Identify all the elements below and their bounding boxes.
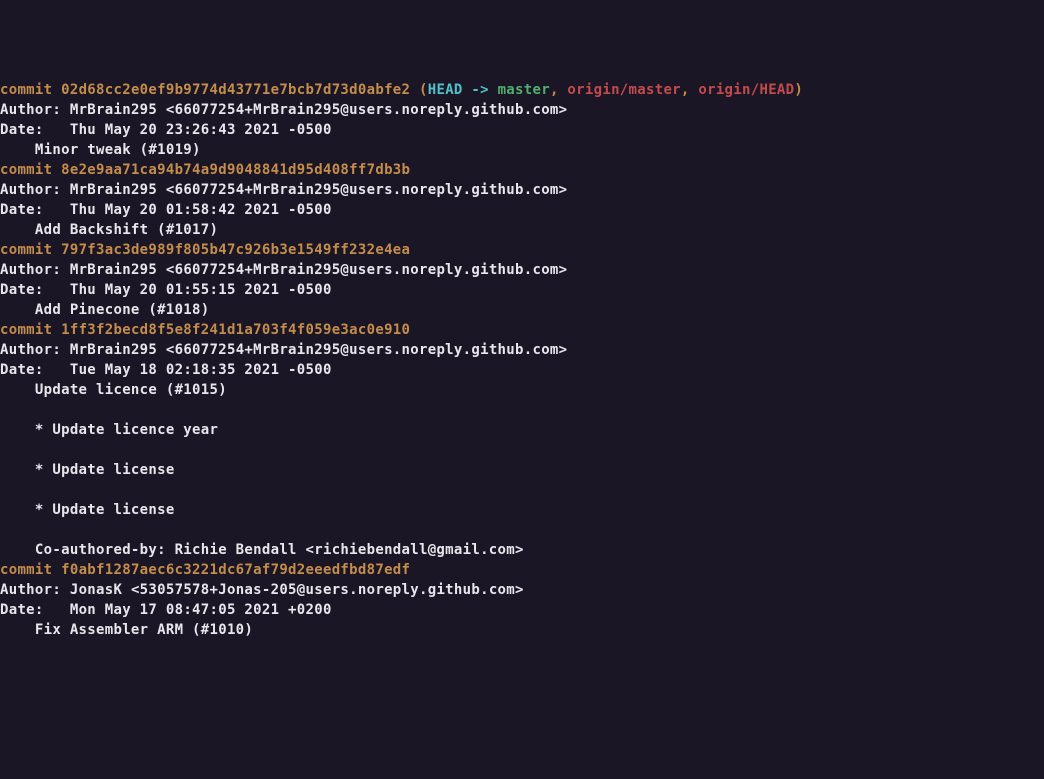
remote-branch: origin/HEAD bbox=[698, 82, 794, 98]
refs-comma: , bbox=[681, 82, 698, 98]
commit-keyword: commit bbox=[0, 322, 61, 338]
date-line: Date: Thu May 20 01:55:15 2021 -0500 bbox=[0, 280, 1044, 300]
date-value: Thu May 20 01:55:15 2021 -0500 bbox=[70, 282, 332, 298]
commit-keyword: commit bbox=[0, 242, 61, 258]
local-branch: master bbox=[498, 82, 550, 98]
message-line: Minor tweak (#1019) bbox=[0, 140, 1044, 160]
commit-keyword: commit bbox=[0, 82, 61, 98]
commit-hash[interactable]: f0abf1287aec6c3221dc67af79d2eeedfbd87edf bbox=[61, 562, 410, 578]
message-line bbox=[0, 480, 1044, 500]
date-line: Date: Mon May 17 08:47:05 2021 +0200 bbox=[0, 600, 1044, 620]
commit-message-text: Fix Assembler ARM (#1010) bbox=[0, 622, 253, 638]
commit-message-text bbox=[0, 482, 9, 498]
commit-line: commit 02d68cc2e0ef9b9774d43771e7bcb7d73… bbox=[0, 80, 1044, 100]
message-line: * Update license bbox=[0, 500, 1044, 520]
author-value: MrBrain295 <66077254+MrBrain295@users.no… bbox=[70, 182, 568, 198]
date-label: Date: bbox=[0, 602, 70, 618]
message-line bbox=[0, 520, 1044, 540]
date-value: Tue May 18 02:18:35 2021 -0500 bbox=[70, 362, 332, 378]
commit-line: commit 1ff3f2becd8f5e8f241d1a703f4f059e3… bbox=[0, 320, 1044, 340]
commit-message-text: Minor tweak (#1019) bbox=[0, 142, 201, 158]
commit-message-text bbox=[0, 522, 9, 538]
commit-line: commit 797f3ac3de989f805b47c926b3e1549ff… bbox=[0, 240, 1044, 260]
date-value: Thu May 20 23:26:43 2021 -0500 bbox=[70, 122, 332, 138]
commit-message-text bbox=[0, 442, 9, 458]
author-line: Author: MrBrain295 <66077254+MrBrain295@… bbox=[0, 260, 1044, 280]
date-line: Date: Thu May 20 01:58:42 2021 -0500 bbox=[0, 200, 1044, 220]
date-label: Date: bbox=[0, 122, 70, 138]
commit-message-text: * Update license bbox=[0, 502, 175, 518]
message-line: * Update licence year bbox=[0, 420, 1044, 440]
refs-open-paren: ( bbox=[410, 82, 427, 98]
date-value: Mon May 17 08:47:05 2021 +0200 bbox=[70, 602, 332, 618]
date-label: Date: bbox=[0, 282, 70, 298]
message-line bbox=[0, 440, 1044, 460]
refs-comma: , bbox=[550, 82, 567, 98]
author-line: Author: MrBrain295 <66077254+MrBrain295@… bbox=[0, 100, 1044, 120]
remote-branch: origin/master bbox=[567, 82, 680, 98]
commit-keyword: commit bbox=[0, 162, 61, 178]
message-line: Add Pinecone (#1018) bbox=[0, 300, 1044, 320]
commit-message-text: Add Backshift (#1017) bbox=[0, 222, 218, 238]
commit-keyword: commit bbox=[0, 562, 61, 578]
commit-line: commit 8e2e9aa71ca94b74a9d9048841d95d408… bbox=[0, 160, 1044, 180]
commit-message-text: Add Pinecone (#1018) bbox=[0, 302, 210, 318]
message-line: * Update license bbox=[0, 460, 1044, 480]
refs-close-paren: ) bbox=[794, 82, 803, 98]
commit-message-text bbox=[0, 402, 9, 418]
author-label: Author: bbox=[0, 262, 70, 278]
date-label: Date: bbox=[0, 362, 70, 378]
author-value: MrBrain295 <66077254+MrBrain295@users.no… bbox=[70, 342, 568, 358]
author-label: Author: bbox=[0, 582, 70, 598]
author-value: MrBrain295 <66077254+MrBrain295@users.no… bbox=[70, 102, 568, 118]
author-line: Author: JonasK <53057578+Jonas-205@users… bbox=[0, 580, 1044, 600]
commit-hash[interactable]: 797f3ac3de989f805b47c926b3e1549ff232e4ea bbox=[61, 242, 410, 258]
commit-line: commit f0abf1287aec6c3221dc67af79d2eeedf… bbox=[0, 560, 1044, 580]
commit-message-text: Update licence (#1015) bbox=[0, 382, 227, 398]
commit-hash[interactable]: 02d68cc2e0ef9b9774d43771e7bcb7d73d0abfe2 bbox=[61, 82, 410, 98]
date-value: Thu May 20 01:58:42 2021 -0500 bbox=[70, 202, 332, 218]
message-line: Add Backshift (#1017) bbox=[0, 220, 1044, 240]
date-label: Date: bbox=[0, 202, 70, 218]
commit-message-text: * Update license bbox=[0, 462, 175, 478]
git-log-output[interactable]: commit 02d68cc2e0ef9b9774d43771e7bcb7d73… bbox=[0, 80, 1044, 640]
date-line: Date: Thu May 20 23:26:43 2021 -0500 bbox=[0, 120, 1044, 140]
message-line bbox=[0, 400, 1044, 420]
author-line: Author: MrBrain295 <66077254+MrBrain295@… bbox=[0, 340, 1044, 360]
author-value: MrBrain295 <66077254+MrBrain295@users.no… bbox=[70, 262, 568, 278]
commit-message-text: * Update licence year bbox=[0, 422, 218, 438]
commit-hash[interactable]: 8e2e9aa71ca94b74a9d9048841d95d408ff7db3b bbox=[61, 162, 410, 178]
date-line: Date: Tue May 18 02:18:35 2021 -0500 bbox=[0, 360, 1044, 380]
author-value: JonasK <53057578+Jonas-205@users.noreply… bbox=[70, 582, 524, 598]
commit-message-text: Co-authored-by: Richie Bendall <richiebe… bbox=[0, 542, 524, 558]
commit-hash[interactable]: 1ff3f2becd8f5e8f241d1a703f4f059e3ac0e910 bbox=[61, 322, 410, 338]
author-label: Author: bbox=[0, 182, 70, 198]
author-line: Author: MrBrain295 <66077254+MrBrain295@… bbox=[0, 180, 1044, 200]
message-line: Co-authored-by: Richie Bendall <richiebe… bbox=[0, 540, 1044, 560]
author-label: Author: bbox=[0, 342, 70, 358]
author-label: Author: bbox=[0, 102, 70, 118]
message-line: Fix Assembler ARM (#1010) bbox=[0, 620, 1044, 640]
message-line: Update licence (#1015) bbox=[0, 380, 1044, 400]
head-pointer: HEAD -> bbox=[428, 82, 498, 98]
